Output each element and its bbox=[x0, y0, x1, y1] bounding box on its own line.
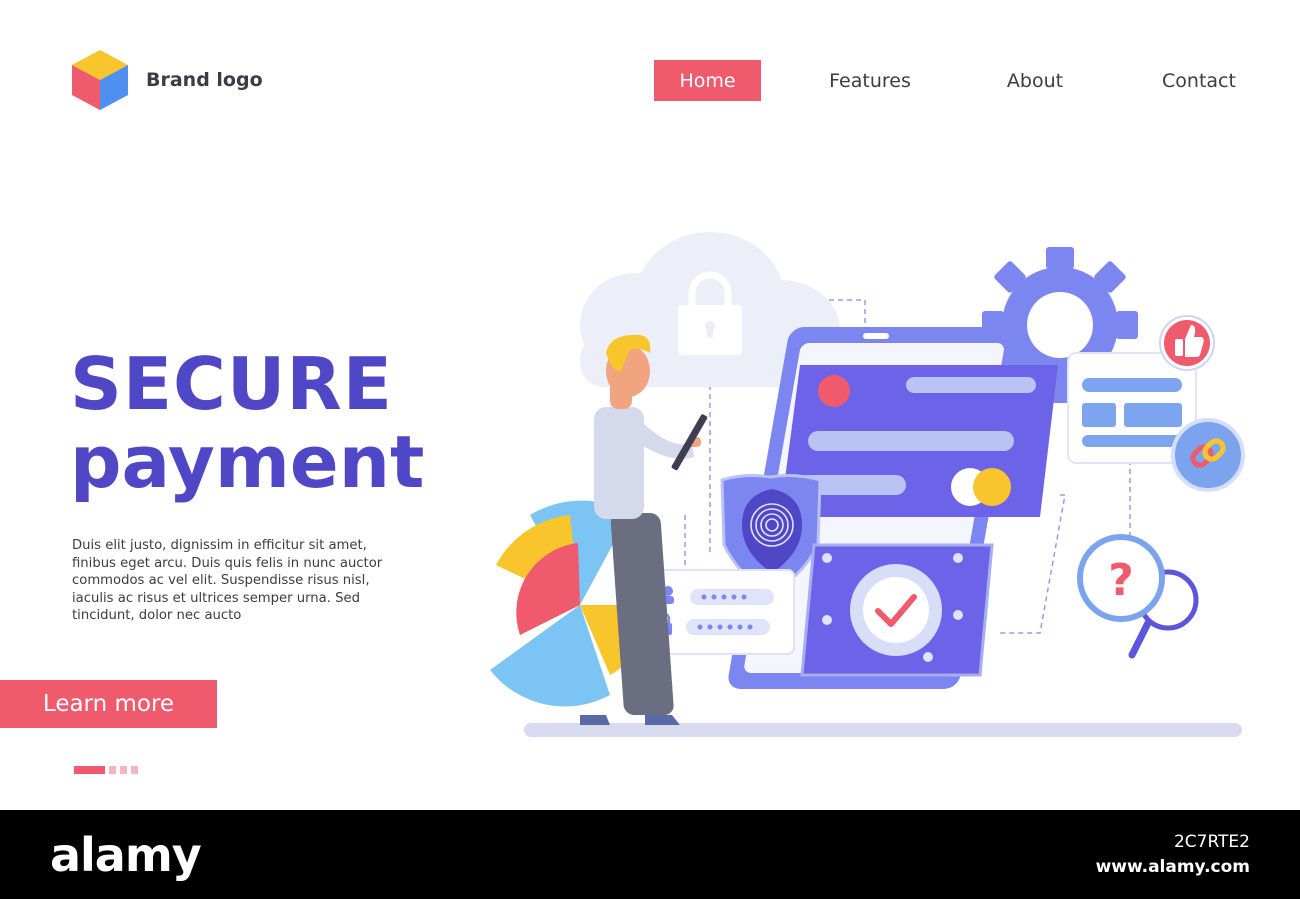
learn-more-button[interactable]: Learn more bbox=[0, 680, 217, 728]
nav-home[interactable]: Home bbox=[654, 60, 761, 101]
nav-features[interactable]: Features bbox=[816, 60, 924, 101]
thumbs-up-icon bbox=[1159, 315, 1215, 371]
footer-brand: alamy bbox=[50, 828, 202, 882]
pagination-dot-active[interactable] bbox=[74, 766, 105, 774]
svg-text:?: ? bbox=[1108, 555, 1134, 606]
nav-about[interactable]: About bbox=[990, 60, 1080, 101]
cube-icon bbox=[72, 50, 128, 110]
brand-name: Brand logo bbox=[146, 69, 263, 91]
hero-title-line2: payment bbox=[70, 420, 425, 504]
verification-card bbox=[800, 543, 994, 677]
hero-title-line1: SECURE bbox=[70, 342, 393, 426]
footer-image-id: 2C7RTE2 bbox=[1173, 832, 1250, 852]
link-icon bbox=[1171, 418, 1245, 492]
footer-url: www.alamy.com bbox=[1095, 857, 1250, 877]
pagination-dot[interactable] bbox=[131, 766, 138, 774]
pagination-dots bbox=[74, 766, 138, 774]
ground-line bbox=[524, 723, 1242, 737]
checkmark-icon bbox=[850, 564, 942, 656]
brand-logo[interactable]: Brand logo bbox=[72, 50, 263, 110]
pagination-dot[interactable] bbox=[109, 766, 116, 774]
hero-description: Duis elit justo, dignissim in efficitur … bbox=[72, 538, 383, 624]
nav-contact[interactable]: Contact bbox=[1150, 60, 1248, 101]
secure-payment-illustration: ? bbox=[490, 232, 1245, 737]
question-search-icon: ? bbox=[1077, 534, 1199, 659]
credit-card-icon bbox=[780, 365, 1058, 517]
pagination-dot[interactable] bbox=[120, 766, 127, 774]
hero-title: SECURE payment bbox=[70, 348, 424, 498]
